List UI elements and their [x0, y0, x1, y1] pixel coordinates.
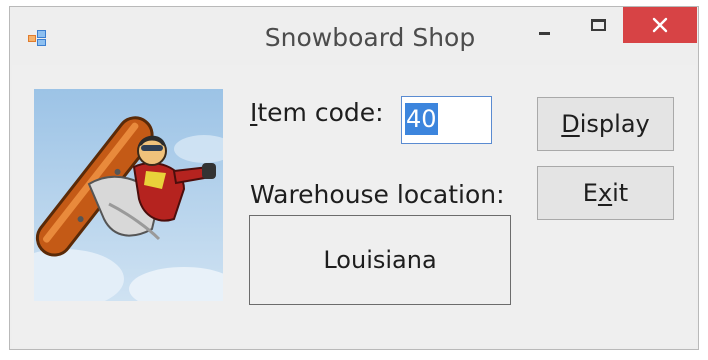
window-title: Snowboard Shop: [264, 23, 476, 52]
item-code-label: Item code:: [250, 98, 384, 127]
display-label: isplay: [579, 110, 650, 138]
exit-mnemonic: x: [597, 179, 613, 207]
maximize-button[interactable]: [573, 7, 625, 47]
display-mnemonic: D: [561, 110, 580, 138]
close-button[interactable]: [623, 7, 697, 43]
exit-button[interactable]: Ex it: [537, 166, 674, 220]
close-icon: [652, 17, 668, 33]
exit-label-pre: E: [582, 179, 598, 207]
item-code-label-text: tem code:: [257, 98, 384, 127]
warehouse-location-label: Warehouse location:: [250, 180, 505, 209]
warehouse-location-output: Louisiana: [249, 215, 511, 305]
title-bar[interactable]: Snowboard Shop: [10, 7, 698, 65]
minimize-button[interactable]: [519, 7, 571, 47]
warehouse-location-value: Louisiana: [323, 246, 437, 274]
snowboarder-picture: [34, 89, 223, 301]
exit-label-post: it: [612, 179, 629, 207]
app-icon[interactable]: [27, 29, 49, 47]
maximize-icon: [591, 19, 606, 31]
item-code-input[interactable]: 40: [401, 96, 492, 144]
item-code-value[interactable]: 40: [405, 103, 438, 135]
minimize-icon: [539, 32, 550, 35]
display-button[interactable]: Display: [537, 97, 674, 151]
